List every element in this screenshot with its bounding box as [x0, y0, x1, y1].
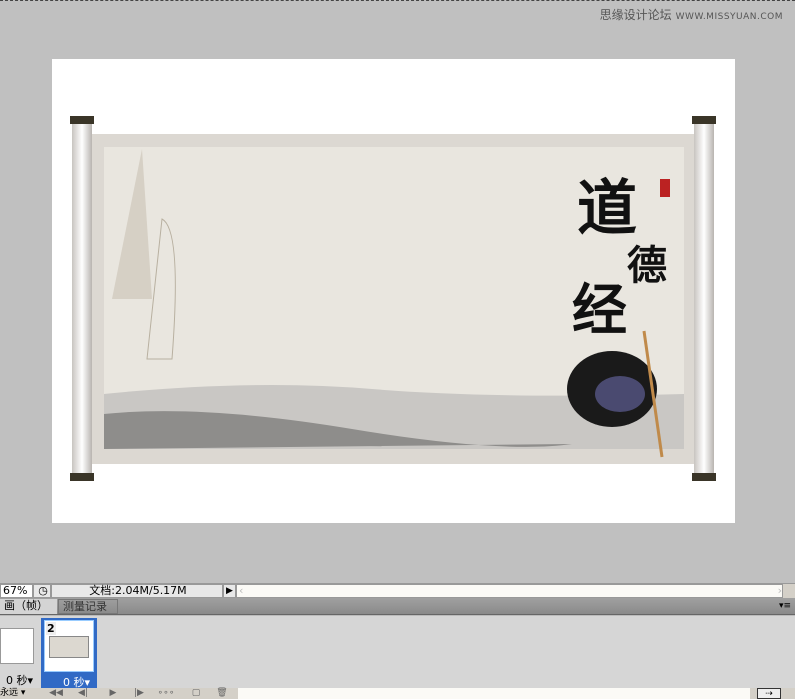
loop-select[interactable]: 永远 ▾ [0, 688, 40, 699]
animation-toolbar: 永远 ▾ ◀◀ ◀| ▶ |▶ ∘∘∘ ▢ 🗑 ⇢ [0, 688, 795, 699]
seal-stamp [660, 179, 670, 197]
svg-text:道: 道 [577, 174, 637, 244]
guide-line [0, 0, 795, 2]
status-bar: 67% ◷ 文档:2.04M/5.17M ▶ ‹ › [0, 583, 795, 598]
status-menu-arrow[interactable]: ▶ [223, 584, 236, 598]
first-frame-button[interactable]: ◀◀ [44, 688, 68, 699]
tab-measurement-log[interactable]: 测量记录 [58, 599, 118, 614]
frame-1[interactable]: 0 秒▾ [0, 616, 40, 689]
svg-text:德: 德 [627, 242, 667, 289]
scroll-rod-left [72, 121, 92, 477]
next-frame-button[interactable]: |▶ [128, 688, 150, 699]
previous-frame-button[interactable]: ◀| [72, 688, 94, 699]
play-button[interactable]: ▶ [104, 688, 122, 699]
horizontal-scrollbar[interactable]: ‹ › [236, 584, 783, 598]
scroll-artwork: 道 德 经 [70, 116, 716, 481]
tab-animation[interactable]: 画（帧） [0, 599, 57, 614]
frame-delay[interactable]: 0 秒▾ [6, 672, 33, 688]
new-frame-button[interactable]: ▢ [188, 688, 204, 699]
watermark: 思缘设计论坛 WWW.MISSYUAN.COM [599, 8, 783, 22]
frame-number: 2 [46, 622, 56, 635]
frame-2[interactable]: 2 0 秒▾ [41, 618, 97, 689]
zoom-field[interactable]: 67% [0, 584, 33, 598]
document-canvas[interactable]: 道 德 经 [52, 59, 735, 523]
tween-button[interactable]: ∘∘∘ [155, 688, 177, 699]
clock-icon[interactable]: ◷ [33, 584, 51, 598]
panel-menu-icon[interactable]: ▾≡ [775, 599, 795, 614]
doc-info: 文档:2.04M/5.17M [51, 584, 223, 598]
scroll-rod-right [694, 121, 714, 477]
convert-to-timeline-icon[interactable]: ⇢ [757, 688, 781, 699]
delete-frame-button[interactable]: 🗑 [214, 688, 230, 699]
svg-text:经: 经 [572, 277, 627, 342]
frames-scrollbar[interactable] [238, 688, 750, 699]
frame-thumbnail [49, 636, 89, 658]
animation-frames: 0 秒▾ 2 0 秒▾ [0, 615, 795, 689]
panel-tabs: 画（帧） 测量记录 ▾≡ [0, 598, 795, 615]
